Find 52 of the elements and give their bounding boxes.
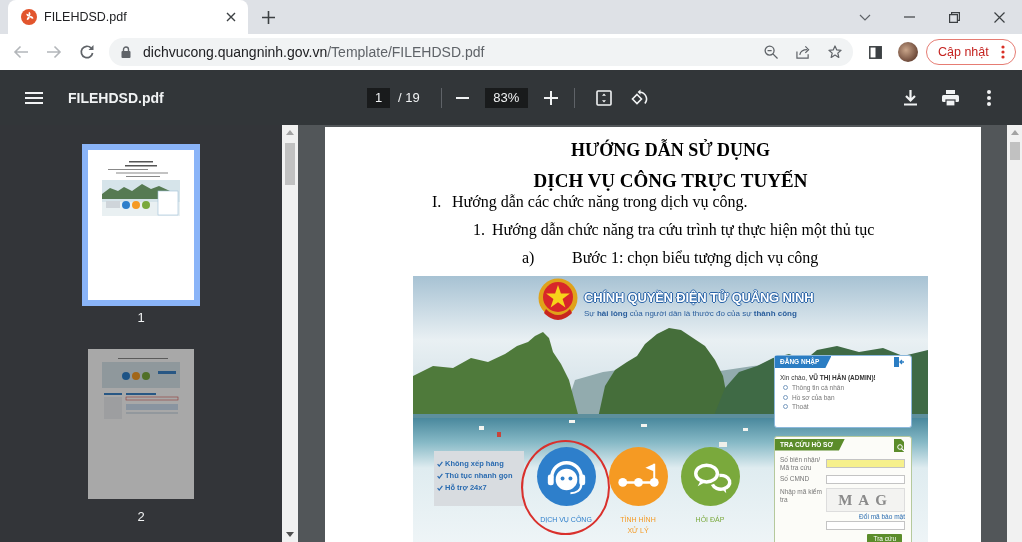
scrollbar-track[interactable] — [282, 125, 298, 542]
side-panel-icon[interactable] — [869, 45, 882, 59]
outline-heading: Hướng dẫn chức năng tra cứu trình tự thực hiện một thủ tục — [492, 220, 875, 241]
site-title: CHÍNH QUYỀN ĐIỆN TỬ QUẢNG NINH — [584, 290, 814, 305]
zoom-level-field[interactable]: 83% — [484, 87, 528, 108]
page-thumbnail[interactable] — [82, 144, 200, 306]
round-logo-icon — [21, 9, 37, 25]
page-number-label: 1 — [137, 310, 145, 326]
scroll-down-icon[interactable] — [286, 532, 294, 537]
fit-page-icon[interactable] — [595, 89, 612, 106]
outline-heading: Hướng dẫn các chức năng trong dịch vụ công. — [452, 192, 748, 213]
address-bar[interactable]: dichvucong.quangninh.gov.vn/Template/FILEHDSD.pdf — [109, 38, 853, 66]
door-arrow-icon — [893, 356, 905, 368]
zoom-out-icon[interactable] — [764, 45, 778, 59]
page-count: / 19 — [398, 90, 420, 105]
star-icon[interactable] — [828, 45, 842, 59]
document-title: HƯỚNG DẪN SỬ DỤNG — [570, 140, 771, 160]
chevron-down-icon[interactable] — [858, 13, 871, 21]
page-number-field[interactable]: 1 — [367, 87, 390, 108]
page-thumbnail[interactable] — [88, 349, 194, 499]
close-icon[interactable] — [994, 11, 1005, 23]
browser-tab[interactable]: FILEHDSD.pdf — [8, 0, 248, 34]
kebab-menu-icon[interactable] — [987, 89, 991, 106]
close-icon[interactable] — [226, 12, 236, 22]
scrollbar-thumb[interactable] — [285, 143, 295, 185]
document-search-icon — [894, 439, 905, 452]
update-button[interactable]: Cập nhật — [926, 39, 1016, 65]
list-marker: a) — [522, 249, 535, 266]
plus-icon[interactable] — [262, 10, 275, 24]
kebab-menu-icon — [1001, 45, 1005, 59]
scrollbar-track[interactable] — [1007, 125, 1022, 542]
list-marker: 1. — [473, 221, 485, 238]
menu-icon[interactable] — [25, 91, 43, 104]
print-icon[interactable] — [942, 89, 959, 106]
lock-icon[interactable] — [121, 46, 131, 58]
document-title: DỊCH VỤ CÔNG TRỰC TUYẾN — [533, 170, 808, 191]
minus-icon[interactable] — [455, 96, 469, 99]
file-name: FILEHDSD.pdf — [68, 89, 164, 106]
rotate-icon[interactable] — [630, 88, 649, 107]
list-marker: I. — [432, 193, 442, 210]
outline-heading: Bước 1: chọn biểu tượng dịch vụ công — [572, 248, 819, 269]
download-icon[interactable] — [904, 89, 917, 106]
page-number-label: 2 — [137, 509, 145, 525]
emblem-icon — [538, 278, 578, 320]
reload-icon[interactable] — [79, 44, 95, 60]
restore-icon[interactable] — [949, 11, 960, 23]
captcha-image: MAG — [826, 488, 905, 512]
avatar-icon[interactable] — [898, 42, 918, 62]
url-text[interactable]: dichvucong.quangninh.gov.vn/Template/FILEHDSD.pdf — [143, 44, 485, 60]
site-slogan: Sự hài lòng của người dân là thước đo của sự thành công — [584, 309, 798, 318]
share-icon[interactable] — [796, 45, 810, 59]
scrollbar-thumb[interactable] — [1009, 142, 1020, 160]
